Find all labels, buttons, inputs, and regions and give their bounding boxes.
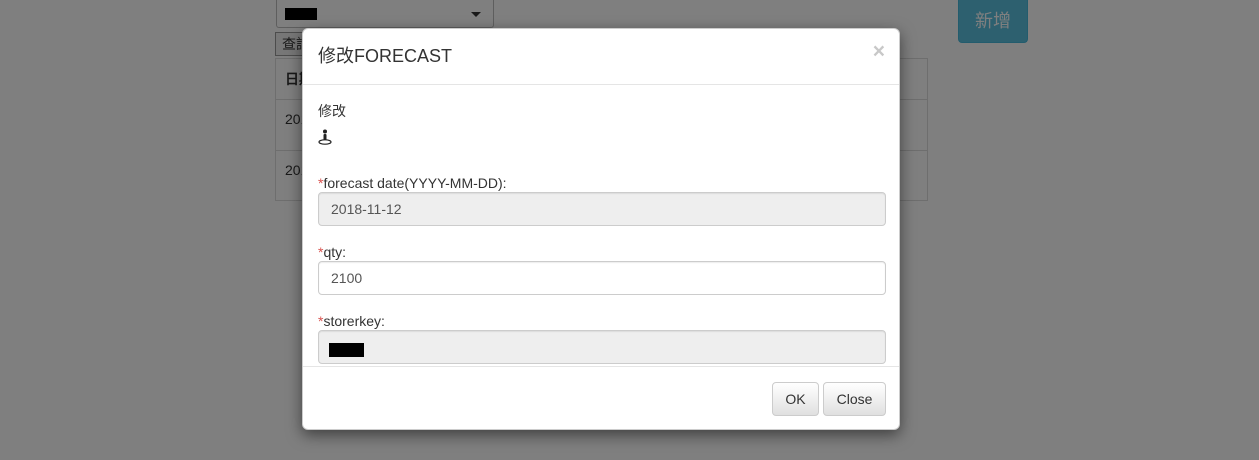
section-label: 修改 — [318, 103, 346, 119]
modal-body: 修改 *forecast date(YYYY-MM-DD): 2018-11-1… — [303, 85, 899, 366]
edit-forecast-dialog: 修改FORECAST × 修改 *forecast date(YYYY-MM-D… — [302, 28, 900, 430]
redacted-value — [329, 343, 364, 357]
modal-title: 修改FORECAST — [318, 46, 453, 66]
close-icon[interactable]: × — [873, 41, 885, 62]
modal-footer: OK Close — [303, 366, 899, 430]
page: 查詢 新增 日期 2018-11-12 2018-11-13 修改FORECAS… — [0, 0, 1259, 460]
forecast-date-value: 2018-11-12 — [331, 201, 402, 217]
qty-field[interactable]: 2100 — [318, 261, 886, 295]
ok-button[interactable]: OK — [772, 382, 819, 416]
storerkey-field[interactable] — [318, 330, 886, 364]
storerkey-label: *storerkey: — [318, 312, 385, 330]
modal-header: 修改FORECAST × — [303, 29, 899, 85]
forecast-date-label: *forecast date(YYYY-MM-DD): — [318, 174, 507, 192]
close-button[interactable]: Close — [823, 382, 886, 416]
person-icon — [318, 129, 332, 145]
qty-value: 2100 — [331, 270, 363, 286]
storerkey-label-text: storerkey: — [323, 313, 385, 329]
qty-label-text: qty: — [323, 244, 347, 260]
forecast-date-label-text: forecast date(YYYY-MM-DD): — [323, 175, 507, 191]
qty-label: *qty: — [318, 243, 346, 261]
forecast-date-field[interactable]: 2018-11-12 — [318, 192, 886, 226]
